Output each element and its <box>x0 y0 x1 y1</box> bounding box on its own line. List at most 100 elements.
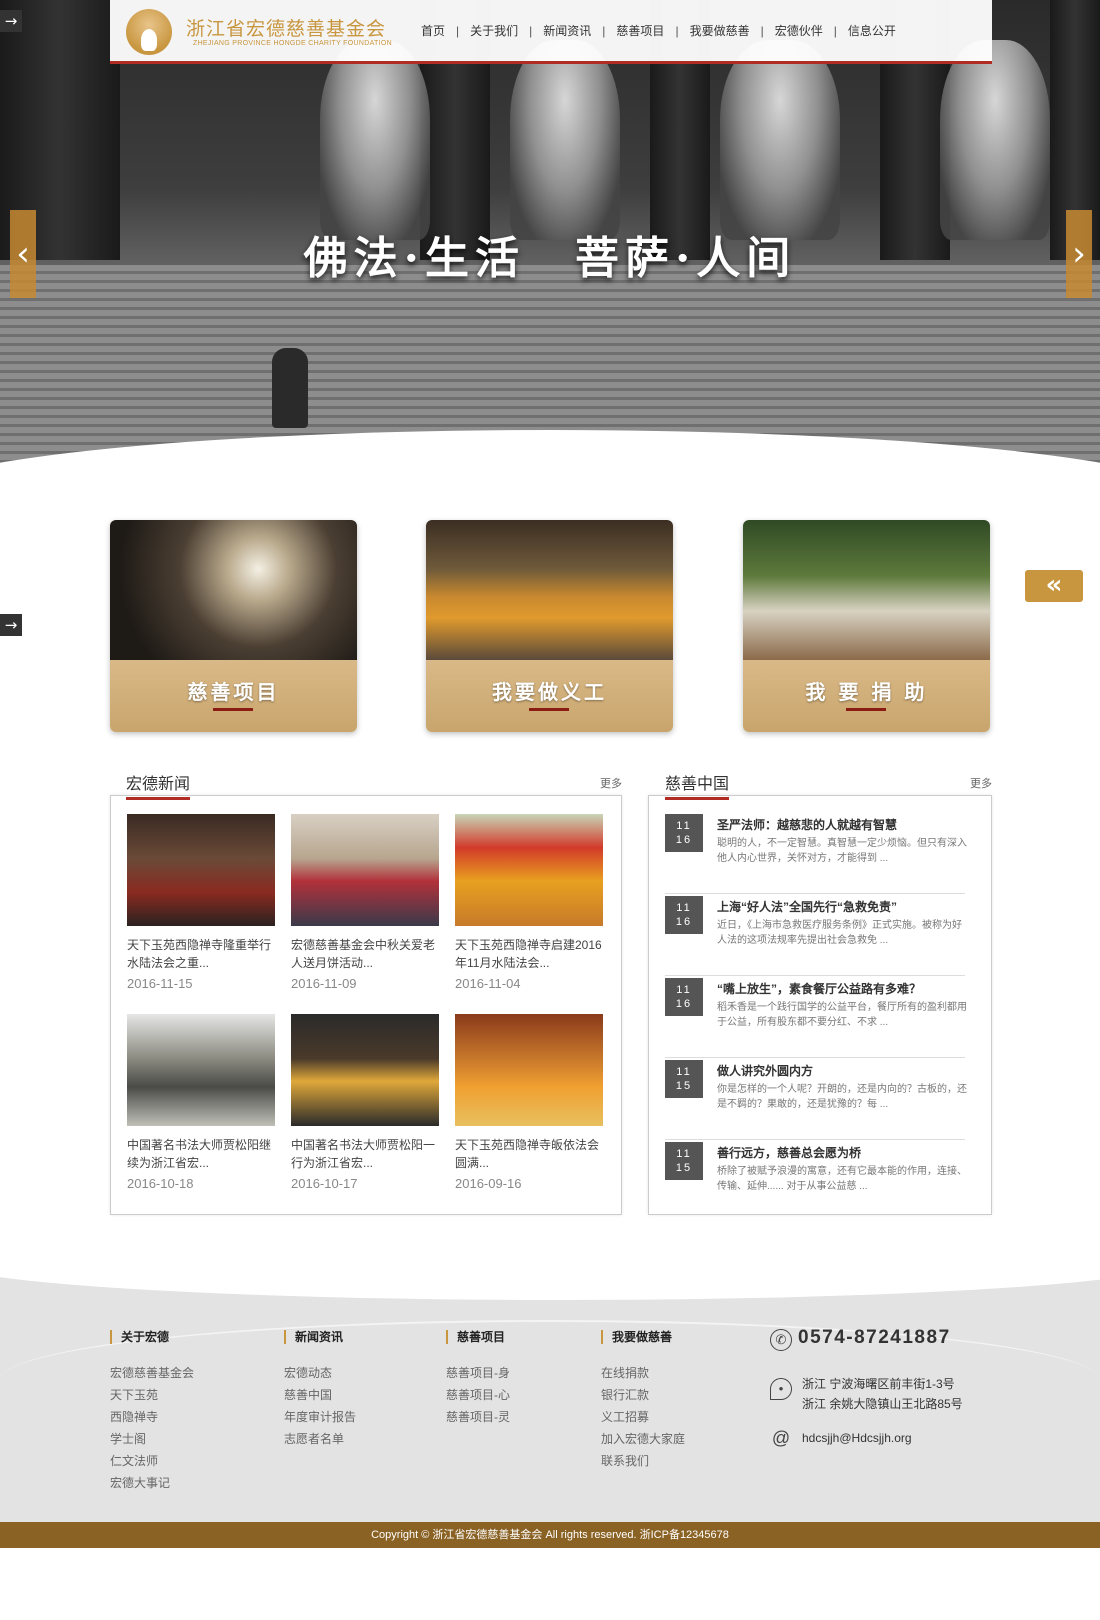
footer-address-line: 浙江 宁波海曙区前丰街1-3号 <box>802 1377 955 1391</box>
date-day: 16 <box>675 916 693 928</box>
slider-prev-button[interactable]: ‹ <box>10 210 36 298</box>
side-arrow-icon[interactable]: → <box>0 614 22 636</box>
card-photo <box>743 520 990 660</box>
email-at-icon: @ <box>771 1428 791 1448</box>
hero-statue <box>720 40 840 240</box>
news-more-link[interactable]: 更多 <box>600 775 622 791</box>
card-label-band: 慈善项目 <box>110 660 357 732</box>
news-thumbnail <box>127 814 275 926</box>
footer-link[interactable]: 年度审计报告 <box>284 1406 356 1428</box>
news-item[interactable]: 宏德慈善基金会中秋关爱老人送月饼活动... 2016-11-09 <box>291 814 439 991</box>
news-item-title: 中国著名书法大师贾松阳一行为浙江省宏... <box>291 1138 436 1170</box>
charity-item-title: 做人讲究外圆内方 <box>717 1064 814 1078</box>
charity-panel: 11 16 圣严法师：越慈悲的人就越有智慧 聪明的人，不一定智慧。真智慧一定少烦恼… <box>648 795 992 1215</box>
footer-link[interactable]: 慈善中国 <box>284 1384 356 1406</box>
date-day: 15 <box>675 1162 693 1174</box>
charity-more-link[interactable]: 更多 <box>970 775 992 791</box>
footer-col-heading: 关于宏德 <box>110 1330 194 1344</box>
charity-item-summary: 你是怎样的一个人呢？开朗的，还是内向的？古板的，还是不羁的？果敢的，还是犹豫的？… <box>717 1084 967 1110</box>
news-thumbnail <box>127 1014 275 1126</box>
slider-next-button[interactable]: › <box>1066 210 1092 298</box>
footer-address-line: 浙江 余姚大隐镇山王北路85号 <box>802 1397 963 1411</box>
footer-link[interactable]: 在线捐款 <box>601 1362 685 1384</box>
news-item[interactable]: 天下玉苑西隐禅寺隆重举行水陆法会之重... 2016-11-15 <box>127 814 275 991</box>
hero-statue <box>940 40 1050 240</box>
news-item[interactable]: 中国著名书法大师贾松阳一行为浙江省宏... 2016-10-17 <box>291 1014 439 1191</box>
news-item-date: 2016-11-09 <box>291 976 357 991</box>
nav-item-partners[interactable]: 宏德伙伴 <box>764 22 834 39</box>
card-label-band: 我要做义工 <box>426 660 673 732</box>
double-chevron-left-icon[interactable]: « <box>1025 570 1083 602</box>
card-label-band: 我 要 捐 助 <box>743 660 990 732</box>
charity-item[interactable]: 11 16 “嘴上放生”，素食餐厅公益路有多难？ 稻禾香是一个践行国学的公益平台，… <box>665 978 967 1058</box>
feature-card-volunteer[interactable]: 我要做义工 <box>426 520 673 732</box>
news-item[interactable]: 中国著名书法大师贾松阳继续为浙江省宏... 2016-10-18 <box>127 1014 275 1191</box>
footer-link[interactable]: 慈善项目-灵 <box>446 1406 510 1428</box>
nav-item-disclosure[interactable]: 信息公开 <box>837 22 907 39</box>
nav-item-home[interactable]: 首页 <box>410 22 456 39</box>
news-thumbnail <box>291 814 439 926</box>
location-pin-icon: • <box>770 1378 792 1400</box>
footer-link[interactable]: 学士阁 <box>110 1428 194 1450</box>
footer-link[interactable]: 慈善项目-心 <box>446 1384 510 1406</box>
footer-col-heading: 新闻资讯 <box>284 1330 356 1344</box>
card-photo <box>110 520 357 660</box>
footer-link[interactable]: 宏德大事记 <box>110 1472 194 1494</box>
footer-link[interactable]: 联系我们 <box>601 1450 685 1472</box>
charity-item[interactable]: 11 16 圣严法师：越慈悲的人就越有智慧 聪明的人，不一定智慧。真智慧一定少烦恼… <box>665 814 967 894</box>
date-box: 11 16 <box>665 814 703 852</box>
charity-item[interactable]: 11 15 做人讲究外圆内方 你是怎样的一个人呢？开朗的，还是内向的？古板的，还是… <box>665 1060 967 1140</box>
footer-link[interactable]: 宏德慈善基金会 <box>110 1362 194 1384</box>
nav-item-projects[interactable]: 慈善项目 <box>605 22 675 39</box>
footer-col-projects: 慈善项目 慈善项目-身 慈善项目-心 慈善项目-灵 <box>446 1330 510 1428</box>
charity-item[interactable]: 11 15 善行远方，慈善总会愿为桥 桥除了被赋予浪漫的寓意，还有它最本能的作用，… <box>665 1142 967 1222</box>
hero-statue <box>320 40 430 240</box>
hero-slogan: 佛法·生活 菩萨·人间 <box>303 233 797 284</box>
news-item-title: 天下玉苑西隐禅寺皈依法会圆满... <box>455 1138 600 1170</box>
footer-link[interactable]: 天下玉苑 <box>110 1384 194 1406</box>
charity-item-title: 上海“好人法”全国先行“急救免责” <box>717 900 898 914</box>
side-arrow-icon[interactable]: → <box>0 10 22 32</box>
copyright-bar: Copyright © 浙江省宏德慈善基金会 All rights reserv… <box>0 1522 1100 1548</box>
footer-col-donate: 我要做慈善 在线捐款 银行汇款 义工招募 加入宏德大家庭 联系我们 <box>601 1330 685 1472</box>
news-item-title: 中国著名书法大师贾松阳继续为浙江省宏... <box>127 1138 272 1170</box>
footer-link[interactable]: 义工招募 <box>601 1406 685 1428</box>
charity-item-title: 圣严法师：越慈悲的人就越有智慧 <box>717 818 898 832</box>
hero-statue <box>510 40 620 240</box>
charity-item[interactable]: 11 16 上海“好人法”全国先行“急救免责” 近日，《上海市急救医疗服务条例》正… <box>665 896 965 976</box>
news-item[interactable]: 天下玉苑西隐禅寺皈依法会圆满... 2016-09-16 <box>455 1014 603 1191</box>
footer-address: 浙江 宁波海曙区前丰街1-3号 浙江 余姚大隐镇山王北路85号 <box>802 1374 1002 1414</box>
date-day: 16 <box>675 834 693 846</box>
news-item-title: 天下玉苑西隐禅寺启建2016年11月水陆法会... <box>455 938 602 970</box>
news-thumbnail <box>291 1014 439 1126</box>
hero-banner: 佛法·生活 菩萨·人间 ‹ › <box>0 0 1100 470</box>
nav-item-about[interactable]: 关于我们 <box>459 22 529 39</box>
footer-link[interactable]: 宏德动态 <box>284 1362 356 1384</box>
lotus-logo-icon[interactable] <box>126 9 172 55</box>
footer-link[interactable]: 加入宏德大家庭 <box>601 1428 685 1450</box>
footer-col-news: 新闻资讯 宏德动态 慈善中国 年度审计报告 志愿者名单 <box>284 1330 356 1450</box>
footer-link[interactable]: 慈善项目-身 <box>446 1362 510 1384</box>
charity-item-title: 善行远方，慈善总会愿为桥 <box>717 1146 862 1160</box>
footer-email[interactable]: hdcsjjh@Hdcsjjh.org <box>802 1428 1002 1448</box>
news-item-title: 宏德慈善基金会中秋关爱老人送月饼活动... <box>291 938 436 970</box>
footer-phone[interactable]: 0574-87241887 <box>798 1327 951 1349</box>
footer-link[interactable]: 银行汇款 <box>601 1384 685 1406</box>
news-thumbnail <box>455 814 603 926</box>
footer-link[interactable]: 西隐禅寺 <box>110 1406 194 1428</box>
news-item[interactable]: 天下玉苑西隐禅寺启建2016年11月水陆法会... 2016-11-04 <box>455 814 603 991</box>
footer-col-about: 关于宏德 宏德慈善基金会 天下玉苑 西隐禅寺 学士阁 仁文法师 宏德大事记 <box>110 1330 194 1494</box>
date-month: 11 <box>676 1066 692 1078</box>
news-panel: 天下玉苑西隐禅寺隆重举行水陆法会之重... 2016-11-15 宏德慈善基金会… <box>110 795 622 1215</box>
nav-item-donate[interactable]: 我要做慈善 <box>679 22 761 39</box>
date-month: 11 <box>676 984 692 996</box>
footer-link[interactable]: 志愿者名单 <box>284 1428 356 1450</box>
feature-card-donate[interactable]: 我 要 捐 助 <box>743 520 990 732</box>
feature-card-projects[interactable]: 慈善项目 <box>110 520 357 732</box>
date-month: 11 <box>676 902 692 914</box>
nav-item-news[interactable]: 新闻资讯 <box>532 22 602 39</box>
news-item-date: 2016-11-04 <box>455 976 521 991</box>
footer-link[interactable]: 仁文法师 <box>110 1450 194 1472</box>
logo-title[interactable]: 浙江省宏德慈善基金会 <box>186 14 386 41</box>
phone-icon: ✆ <box>770 1329 792 1351</box>
